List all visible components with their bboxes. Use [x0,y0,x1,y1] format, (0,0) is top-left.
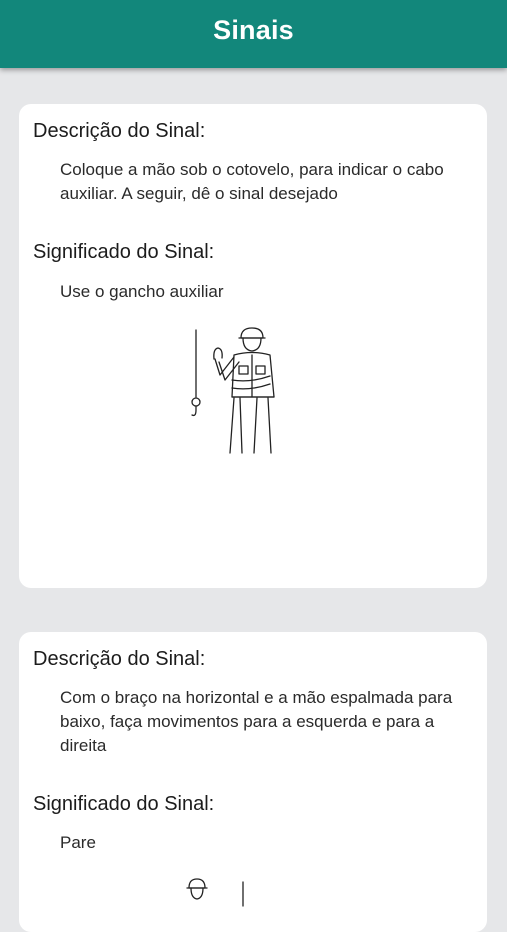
meaning-heading: Significado do Sinal: [33,241,215,263]
description-heading: Descrição do Sinal: [33,120,206,142]
signal-description: Com o braço na horizontal e a mão espalm… [60,688,453,755]
meaning-heading: Significado do Sinal: [33,793,215,815]
app-bar: Sinais [0,0,507,68]
signal-description: Coloque a mão sob o cotovelo, para indic… [60,160,444,203]
signal-meaning: Pare [60,833,96,852]
worker-stop-signal-icon [186,878,244,907]
description-heading: Descrição do Sinal: [33,648,206,670]
signal-card: Descrição do Sinal: Coloque a mão sob o … [19,104,487,588]
signal-meaning: Use o gancho auxiliar [60,282,224,301]
page-title: Sinais [213,14,294,45]
worker-auxiliary-hook-signal-icon [191,327,275,454]
signal-card: Descrição do Sinal: Com o braço na horiz… [19,632,487,932]
